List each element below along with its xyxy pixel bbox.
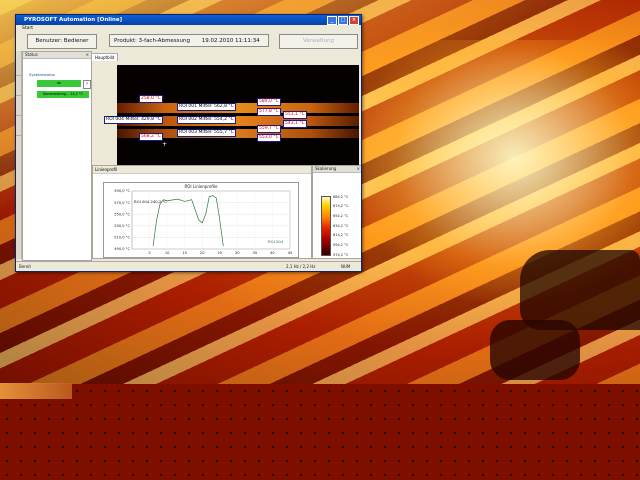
- scale-tick-label: 614,2 °C: [333, 233, 349, 238]
- x-tick-label: 5: [148, 251, 150, 255]
- thermal-band: [117, 103, 359, 113]
- x-tick-label: 30: [235, 251, 240, 255]
- side-tab[interactable]: [16, 117, 21, 136]
- line-chart: 590,0 °C 570,0 °C 550,0 °C 530,0 °C 510,0 °C…: [114, 189, 293, 255]
- scale-tick-label: 654,2 °C: [333, 213, 349, 218]
- system-ok-indicator: ok: [37, 80, 81, 87]
- window-title: PYROSOFT Automation [Online]: [24, 17, 123, 23]
- temp-label: 551,1 °C: [283, 111, 307, 119]
- desktop-lower-pattern: [0, 384, 640, 480]
- user-button[interactable]: Benutzer: Bediener: [27, 34, 97, 49]
- y-tick-label: 510,0 °C: [114, 236, 130, 240]
- taskbar-strip[interactable]: [0, 383, 72, 399]
- temp-label: 559,7 °C: [257, 125, 281, 133]
- y-tick-label: 590,0 °C: [114, 189, 130, 193]
- wallpaper-shadow: [490, 320, 580, 380]
- temp-label: 543,1 °C: [283, 120, 307, 128]
- scale-tick-label: 634,2 °C: [333, 223, 349, 228]
- side-tab[interactable]: [16, 57, 21, 76]
- status-num: NUM: [341, 264, 351, 269]
- x-tick-label: 15: [182, 251, 187, 255]
- x-tick-label: 20: [200, 251, 205, 255]
- scale-tick-label: 574,2 °C: [333, 252, 349, 257]
- temp-label: 258,0 °C: [139, 95, 163, 103]
- y-tick-label: 570,0 °C: [114, 201, 130, 205]
- y-tick-label: 490,0 °C: [114, 247, 130, 251]
- menu-item-start[interactable]: Start: [22, 26, 33, 31]
- x-tick-label: 10: [165, 251, 170, 255]
- product-label: Produkt: 3-fach-Abmessung: [114, 38, 190, 44]
- scale-panel-title: Skalierung: [315, 166, 337, 171]
- minimize-icon[interactable]: _: [327, 16, 337, 25]
- temp-label: 568,2 °C: [139, 133, 163, 141]
- y-tick-label: 530,0 °C: [114, 224, 130, 228]
- status-panel-title: Status: [25, 52, 38, 57]
- y-tick-label: 550,0 °C: [114, 212, 130, 216]
- tab-hauptbild[interactable]: Hauptbild: [91, 53, 119, 61]
- app-window: PYROSOFT Automation [Online] _ □ × Start…: [15, 14, 362, 272]
- scale-panel-header: Skalierung ×: [313, 166, 361, 173]
- lower-panels: Linienprofil ROI Linienprofile 590,0 °C 5…: [92, 165, 361, 259]
- wallpaper-shadow: [520, 250, 640, 330]
- window-titlebar[interactable]: PYROSOFT Automation [Online] _ □ ×: [16, 15, 361, 25]
- thermal-image[interactable]: 258,0 °C ROI 001 Mittel: 562,8 °C ROI 00…: [104, 65, 359, 165]
- scale-tick-label: 674,2 °C: [333, 204, 349, 209]
- system-status-label: Systemstatus: [29, 72, 55, 77]
- x-tick-label: 40: [270, 251, 275, 255]
- close-icon[interactable]: ×: [86, 52, 89, 58]
- roi-label: ROI 004 Mittel: 429,8 °C: [104, 116, 163, 124]
- datetime-label: 19.02.2010 11:11:34: [201, 38, 260, 44]
- side-tab[interactable]: [16, 77, 21, 96]
- scale-panel: Skalierung × 684,2 °C 674,2 °C 654,2 °C 634…: [312, 165, 361, 259]
- status-panel: Status × Systemstatus ok ? Kamerastrmg..…: [22, 51, 92, 261]
- maximize-icon[interactable]: □: [338, 16, 348, 25]
- menubar: Start: [16, 25, 361, 32]
- roi-label: ROI 002 Mittel: 554,2 °C: [177, 116, 236, 124]
- chart-legend: ROI 004: [268, 239, 284, 244]
- status-left: Bereit: [19, 264, 31, 269]
- status-framerate: 2,1 Hz / 2,2 Hz: [286, 264, 316, 269]
- x-tick-label: 45: [288, 251, 293, 255]
- scale-tick-label: 684,2 °C: [333, 194, 349, 199]
- chart-panel-tab[interactable]: Linienprofil: [95, 167, 117, 172]
- temp-label: 589,0 °C: [257, 98, 281, 106]
- admin-button[interactable]: Verwaltung: [279, 34, 358, 49]
- side-tab[interactable]: [16, 97, 21, 116]
- camera-temp-indicator: Kamerastrmg... 24,2 °C: [37, 91, 89, 98]
- crosshair-icon: +: [162, 141, 168, 148]
- statusbar: Bereit 2,1 Hz / 2,2 Hz NUM: [16, 261, 361, 271]
- x-tick-label: 25: [217, 251, 222, 255]
- temp-label: 553,0 °C: [257, 134, 281, 142]
- toolbar: Benutzer: Bediener Produkt: 3-fach-Abmes…: [16, 32, 361, 50]
- close-icon[interactable]: ×: [357, 166, 360, 172]
- scale-tick-label: 594,2 °C: [333, 242, 349, 247]
- roi-label: ROI 001 Mittel: 562,8 °C: [177, 103, 236, 111]
- system-help-button[interactable]: ?: [83, 80, 91, 89]
- chart-annotation: ROI 004 240,2 °C: [134, 199, 167, 204]
- roi-label: ROI 003 Mittel: 555,7 °C: [177, 129, 236, 137]
- status-panel-header: Status ×: [23, 52, 91, 59]
- line-profile-panel: Linienprofil ROI Linienprofile 590,0 °C 5…: [92, 165, 312, 259]
- x-tick-label: 35: [253, 251, 258, 255]
- temp-label: 577,8 °C: [257, 108, 281, 116]
- close-icon[interactable]: ×: [349, 16, 359, 25]
- chart-toolbar: Linienprofil: [93, 166, 311, 174]
- product-display: Produkt: 3-fach-Abmessung 19.02.2010 11:…: [109, 34, 269, 47]
- chart-frame: ROI Linienprofile 590,0 °C 570,0 °C 550,0 …: [103, 182, 299, 258]
- color-scale-bar: [321, 196, 331, 256]
